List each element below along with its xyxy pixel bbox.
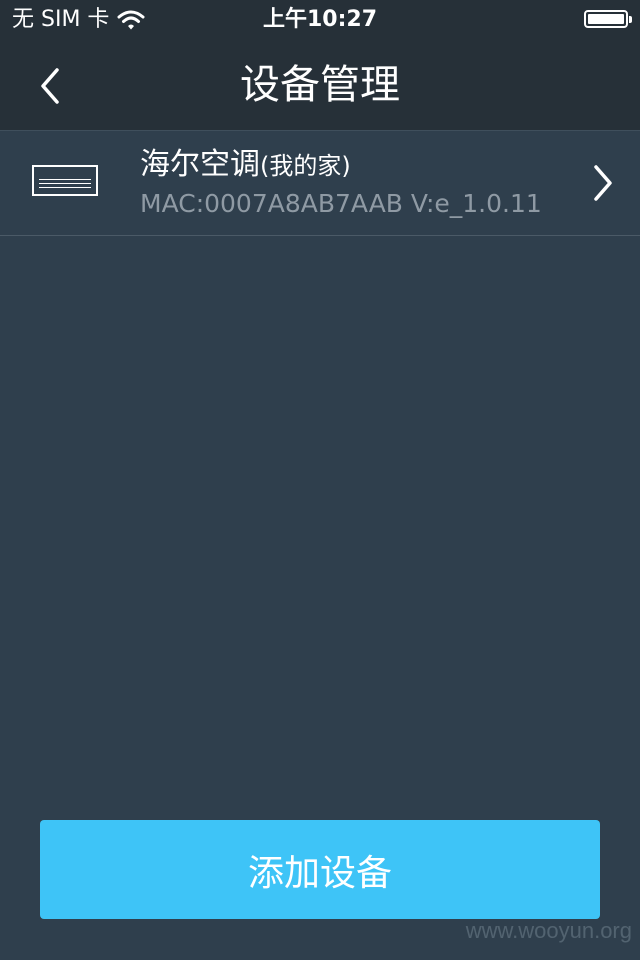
watermark: www.wooyun.org — [465, 918, 632, 943]
status-time: 上午10:27 — [262, 7, 378, 32]
device-mac: MAC:0007A8AB7AAB V:e_1.0.11 — [140, 189, 542, 218]
chevron-right-icon — [594, 165, 612, 201]
device-row[interactable]: 海尔空调(我的家) MAC:0007A8AB7AAB V:e_1.0.11 — [0, 131, 640, 236]
device-name-label: 海尔空调 — [140, 147, 260, 182]
page-title: 设备管理 — [240, 62, 400, 108]
device-name: 海尔空调(我的家) — [140, 143, 351, 188]
status-bar: 无 SIM 卡 上午10:27 — [0, 0, 640, 40]
nav-bar: 设备管理 — [0, 40, 640, 131]
battery-icon — [584, 10, 632, 28]
air-conditioner-vent-line — [39, 187, 91, 188]
battery-fill — [588, 14, 624, 24]
air-conditioner-vent-line — [39, 179, 91, 180]
add-device-button[interactable]: 添加设备 — [40, 820, 600, 919]
back-button[interactable] — [22, 58, 78, 114]
air-conditioner-icon — [32, 165, 98, 196]
chevron-left-icon — [41, 68, 59, 104]
device-location: (我的家) — [260, 152, 351, 180]
air-conditioner-vent-line — [39, 183, 91, 184]
